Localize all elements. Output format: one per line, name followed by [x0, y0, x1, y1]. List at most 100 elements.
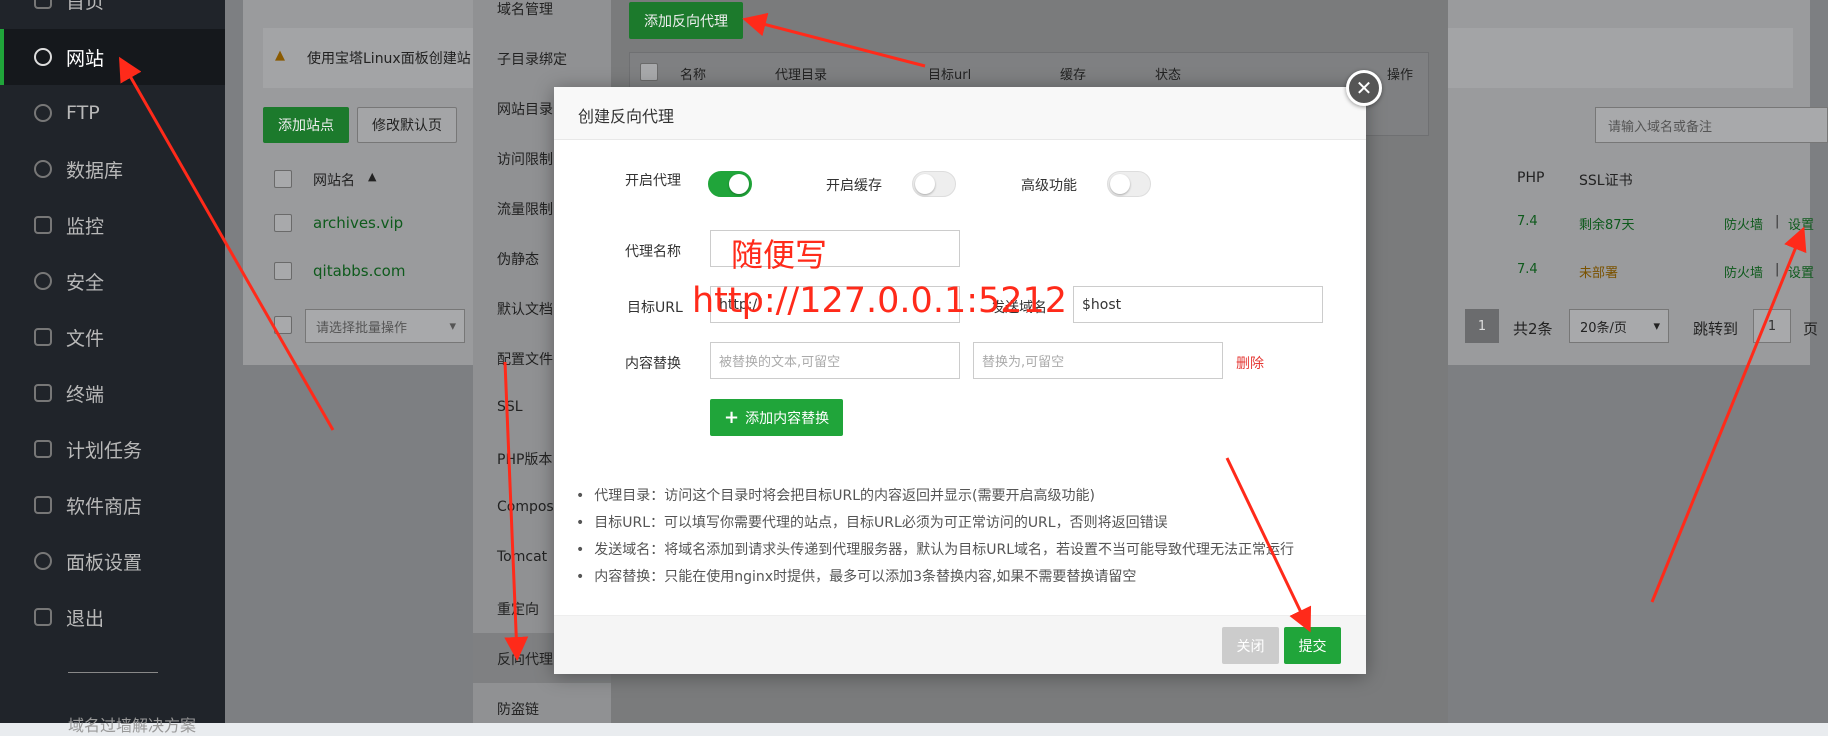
add-reverse-proxy-button[interactable]: 添加反向代理	[629, 2, 743, 39]
menu-item-subdir[interactable]: 子目录绑定	[497, 49, 567, 69]
proxy-col-target: 目标url	[928, 68, 972, 83]
sidebar-item-terminal[interactable]: 终端	[0, 365, 225, 421]
menu-item-access-limit[interactable]: 访问限制	[497, 149, 553, 169]
proxy-col-name: 名称	[680, 68, 707, 83]
sidebar-item-store[interactable]: 软件商店	[0, 477, 225, 533]
monitor-icon	[34, 216, 52, 234]
per-page-value: 20条/页	[1580, 320, 1627, 336]
site-name-link[interactable]: archives.vip	[313, 214, 403, 232]
menu-item-ssl[interactable]: SSL	[497, 399, 523, 415]
sidebar-item-settings[interactable]: 面板设置	[0, 533, 225, 589]
dialog-header: 创建反向代理	[554, 87, 1366, 140]
sidebar-item-website[interactable]: 网站	[0, 29, 225, 85]
row-checkbox[interactable]	[274, 214, 292, 232]
calendar-icon	[34, 440, 52, 458]
firewall-link[interactable]: 防火墙	[1724, 262, 1763, 281]
sidebar-item-label: FTP	[66, 102, 100, 124]
annotation-url-hint: http://127.0.0.1:5212	[692, 281, 1068, 321]
page-jump-input[interactable]: 1	[1753, 309, 1791, 343]
sidebar-item-label: 面板设置	[66, 551, 143, 574]
sidebar-divider	[68, 672, 158, 673]
sidebar-item-database[interactable]: 数据库	[0, 141, 225, 197]
sidebar-item-home[interactable]: 首页	[0, 0, 225, 28]
site-search-input[interactable]: 请输入域名或备注	[1595, 107, 1828, 143]
settings-link[interactable]: 设置	[1788, 262, 1814, 281]
menu-item-traffic-limit[interactable]: 流量限制	[497, 199, 553, 219]
delete-replace-link[interactable]: 删除	[1236, 353, 1264, 373]
replace-to-input[interactable]: 替换为,可留空	[973, 342, 1223, 379]
sidebar-item-label: 文件	[66, 327, 105, 350]
enable-proxy-toggle[interactable]	[708, 171, 752, 197]
ssl-status[interactable]: 未部署	[1579, 262, 1618, 281]
sidebar-item-monitor[interactable]: 监控	[0, 197, 225, 253]
menu-item-reverse-proxy[interactable]: 反向代理	[497, 649, 553, 669]
page-current[interactable]: 1	[1465, 309, 1499, 343]
target-url-label: 目标URL	[627, 300, 683, 316]
advanced-label: 高级功能	[1021, 178, 1077, 194]
col-header-site-name[interactable]: 网站名	[313, 170, 355, 190]
row-checkbox[interactable]	[274, 262, 292, 280]
sidebar-item-logout[interactable]: 退出	[0, 589, 225, 645]
menu-item-hotlink[interactable]: 防盗链	[497, 699, 539, 719]
batch-checkbox[interactable]	[274, 316, 292, 334]
terminal-icon	[34, 384, 52, 402]
menu-item-php-version[interactable]: PHP版本	[497, 449, 552, 469]
firewall-link[interactable]: 防火墙	[1724, 214, 1763, 233]
modify-default-page-button[interactable]: 修改默认页	[357, 107, 457, 143]
gear-icon	[34, 552, 52, 570]
globe-icon	[34, 48, 52, 66]
warning-text: 使用宝塔Linux面板创建站	[307, 51, 471, 67]
database-icon	[34, 160, 52, 178]
menu-item-domain[interactable]: 域名管理	[497, 0, 553, 19]
menu-item-rewrite[interactable]: 伪静态	[497, 249, 539, 269]
dialog-title: 创建反向代理	[578, 107, 675, 126]
select-all-checkbox[interactable]	[274, 170, 292, 188]
menu-item-site-dir[interactable]: 网站目录	[497, 99, 553, 119]
send-domain-input[interactable]: $host	[1073, 286, 1323, 323]
link-separator: |	[1775, 214, 1780, 229]
content-replace-label: 内容替换	[625, 356, 681, 372]
per-page-select[interactable]: 20条/页 ▾	[1569, 309, 1669, 343]
submit-button[interactable]: 提交	[1284, 627, 1341, 664]
proxy-select-all-checkbox[interactable]	[640, 63, 658, 81]
close-button[interactable]: 关闭	[1222, 627, 1279, 664]
sidebar-item-label: 软件商店	[66, 495, 143, 518]
sidebar-item-ftp[interactable]: FTP	[0, 85, 225, 141]
home-icon	[34, 0, 52, 9]
link-separator: |	[1775, 262, 1780, 277]
shield-icon	[34, 272, 52, 290]
advanced-toggle[interactable]	[1107, 171, 1151, 197]
sort-asc-icon[interactable]: ▲	[368, 170, 376, 183]
proxy-col-status: 状态	[1155, 68, 1182, 83]
sidebar-item-files[interactable]: 文件	[0, 309, 225, 365]
ssl-status[interactable]: 剩余87天	[1579, 214, 1635, 233]
php-version[interactable]: 7.4	[1517, 262, 1538, 277]
ftp-icon	[34, 104, 52, 122]
replace-from-input[interactable]: 被替换的文本,可留空	[710, 342, 960, 379]
sidebar-item-security[interactable]: 安全	[0, 253, 225, 309]
sidebar-item-label: 退出	[66, 607, 105, 630]
add-content-replace-button[interactable]: + 添加内容替换	[710, 399, 844, 436]
menu-item-redirect[interactable]: 重定向	[497, 599, 539, 619]
settings-link[interactable]: 设置	[1788, 214, 1814, 233]
add-content-replace-label: 添加内容替换	[745, 410, 830, 427]
chevron-down-icon: ▾	[1653, 318, 1660, 334]
warning-icon: ▲	[275, 48, 285, 63]
help-note: 内容替换：只能在使用nginx时提供，最多可以添加3条替换内容,如果不需要替换请…	[576, 566, 1136, 586]
add-site-button[interactable]: 添加站点	[263, 107, 349, 143]
dialog-footer: 关闭 提交	[554, 615, 1366, 674]
menu-item-default-doc[interactable]: 默认文档	[497, 299, 553, 319]
menu-item-config[interactable]: 配置文件	[497, 349, 553, 369]
dialog-close-icon[interactable]: ✕	[1346, 70, 1382, 106]
menu-item-tomcat[interactable]: Tomcat	[497, 549, 547, 565]
toggle-knob	[1110, 174, 1130, 194]
sidebar-item-cron[interactable]: 计划任务	[0, 421, 225, 477]
site-name-link[interactable]: qitabbs.com	[313, 262, 405, 280]
proxy-name-label: 代理名称	[625, 244, 681, 260]
php-version[interactable]: 7.4	[1517, 214, 1538, 229]
batch-action-select[interactable]: 请选择批量操作 ▾	[305, 309, 465, 343]
sidebar-item-label: 安全	[66, 271, 105, 294]
enable-cache-toggle[interactable]	[912, 171, 956, 197]
sidebar-footer-text: 域名过墙解决方案	[68, 716, 197, 735]
plus-icon: +	[724, 407, 740, 428]
